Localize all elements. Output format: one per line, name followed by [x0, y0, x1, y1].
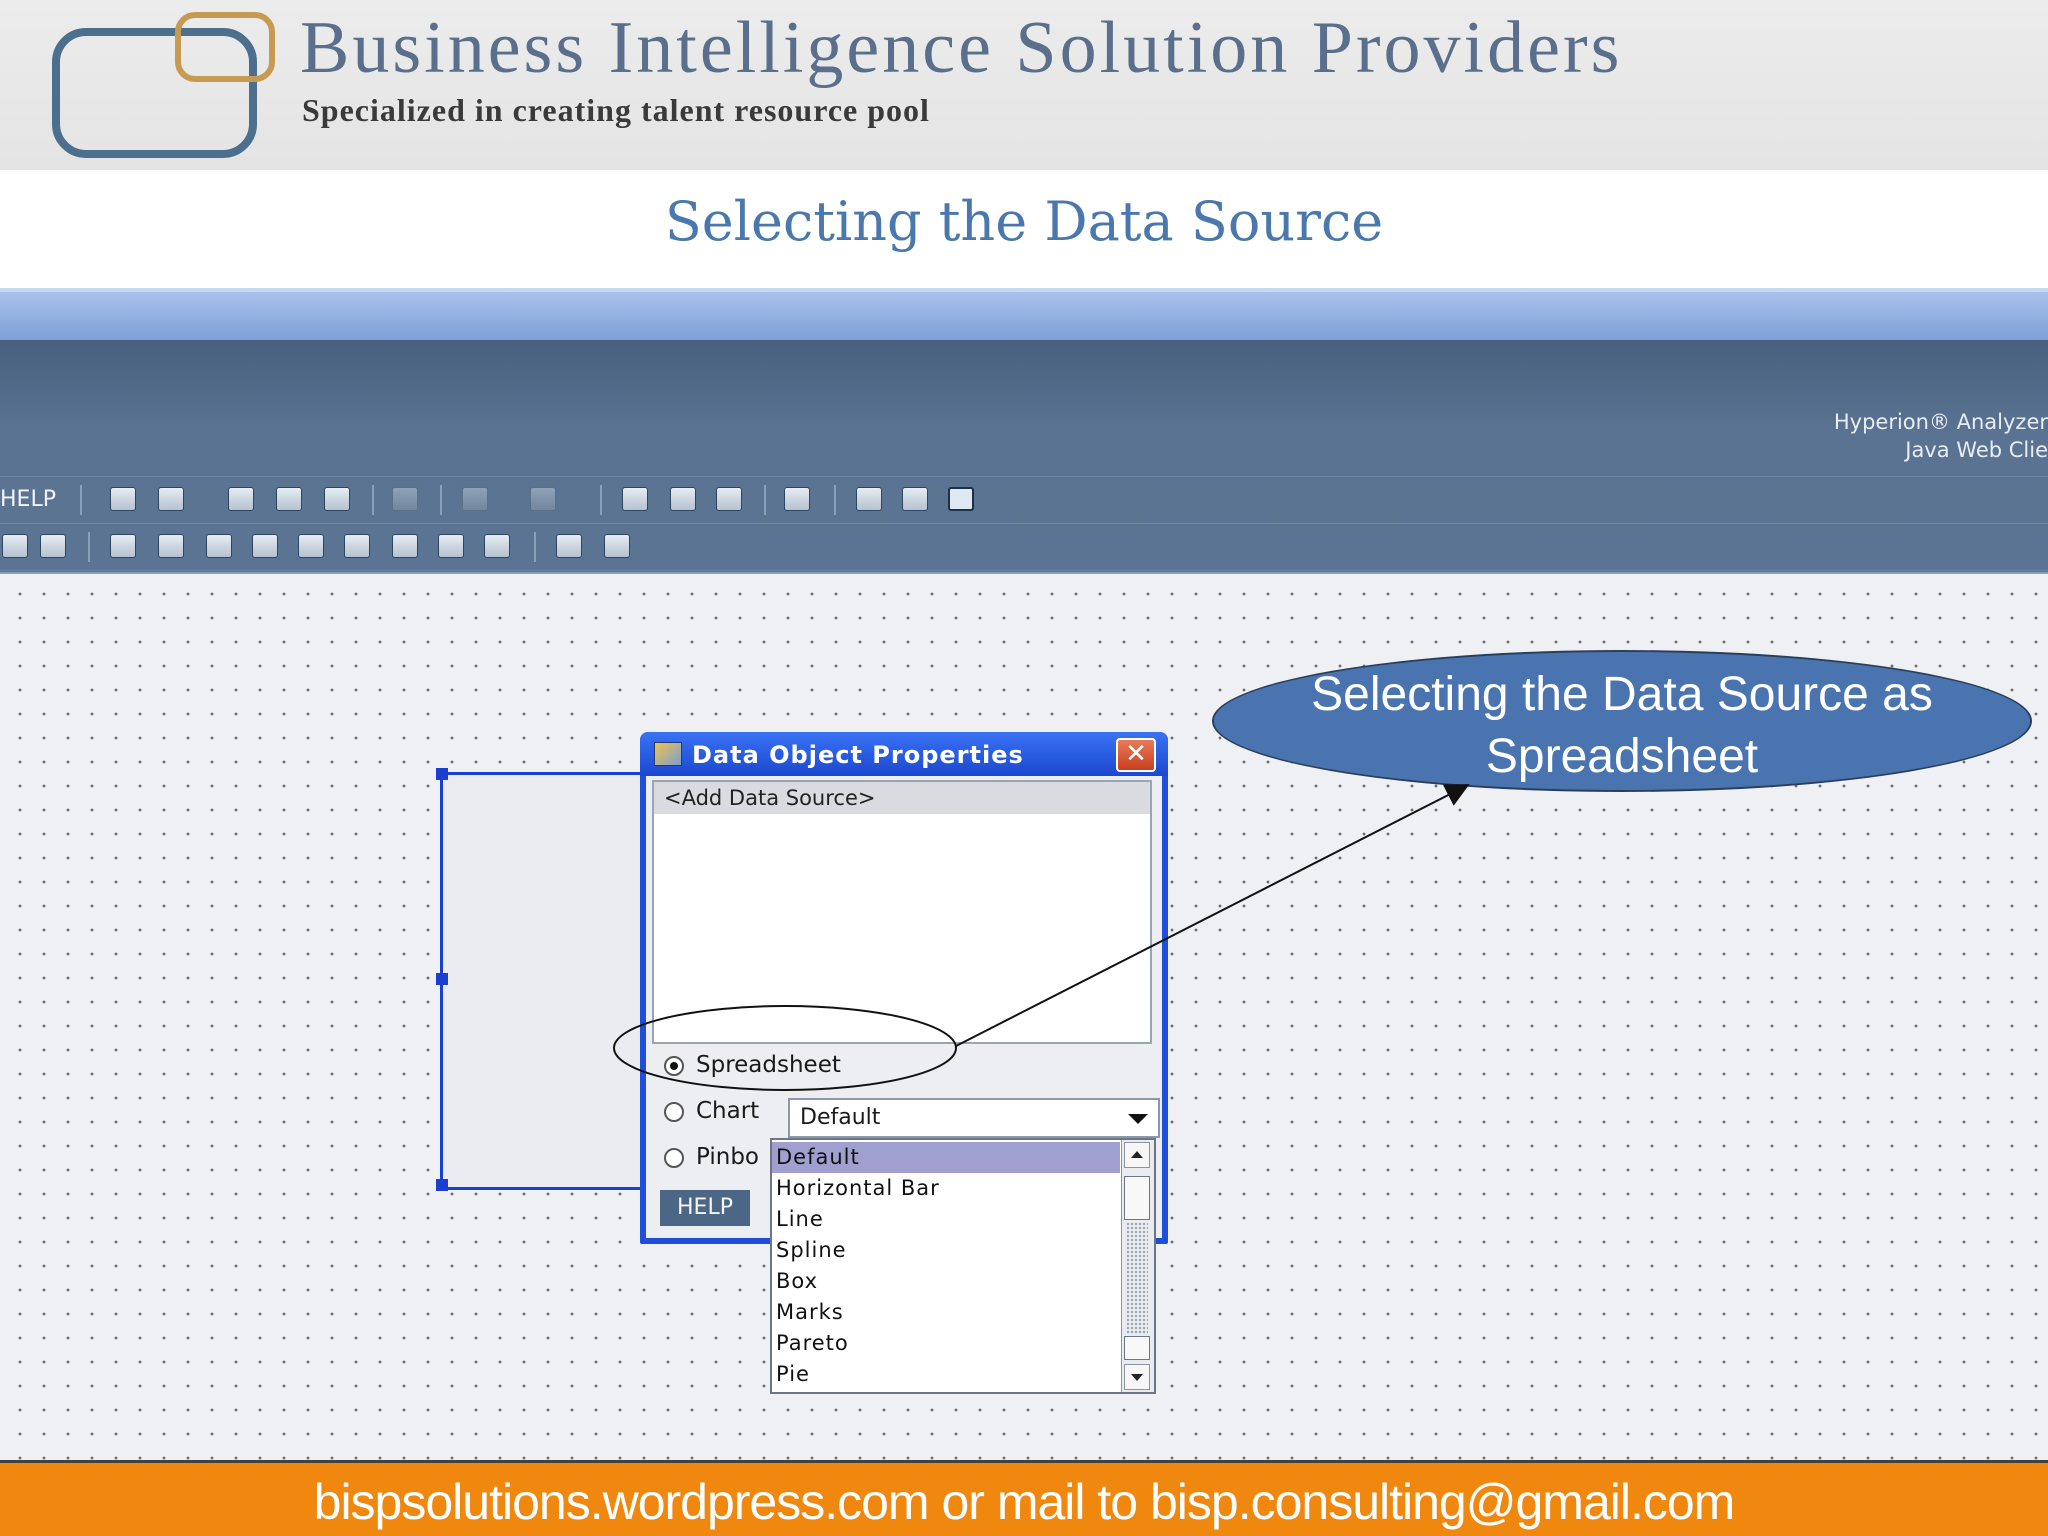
close-button[interactable]: ✕ [1116, 738, 1156, 772]
calendar-icon[interactable] [40, 534, 66, 558]
toolbar-separator [834, 485, 836, 515]
toolbar-separator [80, 485, 82, 515]
table-icon[interactable] [110, 534, 136, 558]
app-toolbar-area: Hyperion® Analyzer Java Web Clie HELP [0, 340, 2048, 624]
callout-line-1: Selecting the Data Source as [1311, 668, 1933, 721]
window-top-bar [0, 288, 2048, 340]
toolbar-separator [440, 485, 442, 515]
footer-bar: bispsolutions.wordpress.com or mail to b… [0, 1460, 2048, 1536]
app-brand: Hyperion® Analyzer Java Web Clie [1834, 408, 2048, 464]
resize-handle[interactable] [436, 768, 448, 780]
chart-cursor-icon[interactable] [902, 487, 928, 511]
header-banner: Business Intelligence Solution Providers… [0, 0, 2048, 170]
toolbar-row-1: HELP [0, 476, 2048, 522]
dropdown-option[interactable]: Horizontal Bar [772, 1173, 1120, 1204]
dropdown-option[interactable]: Marks [772, 1297, 1120, 1328]
pointer-icon[interactable] [392, 534, 418, 558]
chevron-down-icon[interactable] [1128, 1114, 1148, 1124]
pinboard-label: Pinbo [696, 1144, 760, 1170]
list-icon[interactable] [298, 534, 324, 558]
new-document-icon[interactable] [110, 487, 136, 511]
footer-text: bispsolutions.wordpress.com or mail to b… [313, 1474, 1736, 1530]
brand-title: Business Intelligence Solution Providers [300, 7, 1623, 89]
database-icon[interactable] [556, 534, 582, 558]
undo-icon[interactable] [462, 487, 488, 511]
chart-radio-option[interactable]: Chart [664, 1098, 759, 1124]
spreadsheet-radio[interactable] [664, 1055, 684, 1076]
dropdown-option[interactable]: Pie [772, 1359, 1120, 1390]
add-data-source-item[interactable]: <Add Data Source> [654, 782, 1150, 814]
checkbox-icon[interactable] [206, 534, 232, 558]
dialog-title: Data Object Properties [692, 741, 1024, 769]
open-folder-icon[interactable] [228, 487, 254, 511]
slide-title: Selecting the Data Source [664, 190, 1384, 253]
chart-type-dropdown[interactable]: Default Horizontal Bar Line Spline Box M… [770, 1138, 1156, 1394]
forward-arrow-icon[interactable] [716, 487, 742, 511]
data-source-list[interactable]: <Add Data Source> [652, 780, 1152, 1044]
grid-cursor-icon[interactable] [2, 534, 28, 558]
sort-icon[interactable] [484, 534, 510, 558]
help-button[interactable]: HELP [660, 1190, 750, 1226]
dialog-title-bar[interactable]: Data Object Properties ✕ [640, 732, 1168, 776]
wrench-icon[interactable] [784, 487, 810, 511]
pinboard-radio[interactable] [664, 1147, 684, 1168]
folder-icon[interactable] [252, 534, 278, 558]
app-brand-line1: Hyperion® Analyzer [1833, 410, 2048, 434]
toolbar-separator [88, 532, 90, 562]
logo-accent-icon [175, 12, 275, 82]
page-icon[interactable] [158, 487, 184, 511]
resize-handle[interactable] [436, 1179, 448, 1191]
dropdown-option[interactable]: Line [772, 1204, 1120, 1235]
back-arrow-icon[interactable] [670, 487, 696, 511]
save-as-icon[interactable] [324, 487, 350, 511]
chart-radio[interactable] [664, 1101, 684, 1122]
dropdown-option[interactable]: Spline [772, 1235, 1120, 1266]
chart-type-value: Default [800, 1105, 881, 1130]
redo-icon[interactable] [530, 487, 556, 511]
toolbar-separator [764, 485, 766, 515]
chart-type-select[interactable]: Default [788, 1098, 1160, 1138]
pinboard-radio-option[interactable]: Pinbo [664, 1144, 759, 1170]
save-icon[interactable] [276, 487, 302, 511]
brand-subtitle: Specialized in creating talent resource … [302, 92, 930, 128]
print-icon[interactable] [392, 487, 418, 511]
scroll-thumb[interactable] [1124, 1176, 1150, 1220]
filter-icon[interactable] [344, 534, 370, 558]
callout-text: Selecting the Data Source as Spreadsheet [1212, 664, 2032, 788]
refresh-icon[interactable] [438, 534, 464, 558]
dropdown-scrollbar[interactable] [1121, 1140, 1154, 1392]
scroll-down-button[interactable] [1124, 1364, 1150, 1390]
callout-line-2: Spreadsheet [1485, 730, 1759, 783]
help-menu[interactable]: HELP [0, 487, 56, 512]
spreadsheet-label: Spreadsheet [696, 1052, 841, 1078]
toolbar-separator [600, 485, 602, 515]
scroll-up-button[interactable] [1124, 1142, 1150, 1168]
database-connect-icon[interactable] [604, 534, 630, 558]
app-brand-line2: Java Web Clie [1905, 438, 2048, 462]
chevron-down-icon [1131, 1374, 1143, 1381]
dropdown-option[interactable]: Default [772, 1142, 1120, 1173]
dropdown-option[interactable]: Box [772, 1266, 1120, 1297]
toolbar-separator [372, 485, 374, 515]
resize-handle[interactable] [436, 973, 448, 985]
dropdown-option[interactable]: Pareto [772, 1328, 1120, 1359]
spreadsheet-radio-option[interactable]: Spreadsheet [664, 1052, 841, 1078]
home-icon[interactable] [622, 487, 648, 511]
scroll-thumb-lower[interactable] [1124, 1336, 1150, 1360]
toolbar-row-2 [0, 523, 2048, 569]
toolbar-separator [534, 532, 536, 562]
edit-properties-icon[interactable] [856, 487, 882, 511]
chevron-up-icon [1131, 1151, 1143, 1158]
scroll-track[interactable] [1126, 1222, 1148, 1334]
eye-icon[interactable] [158, 534, 184, 558]
dialog-app-icon [654, 742, 682, 766]
line-chart-icon[interactable] [948, 487, 974, 511]
chart-label: Chart [696, 1098, 760, 1124]
